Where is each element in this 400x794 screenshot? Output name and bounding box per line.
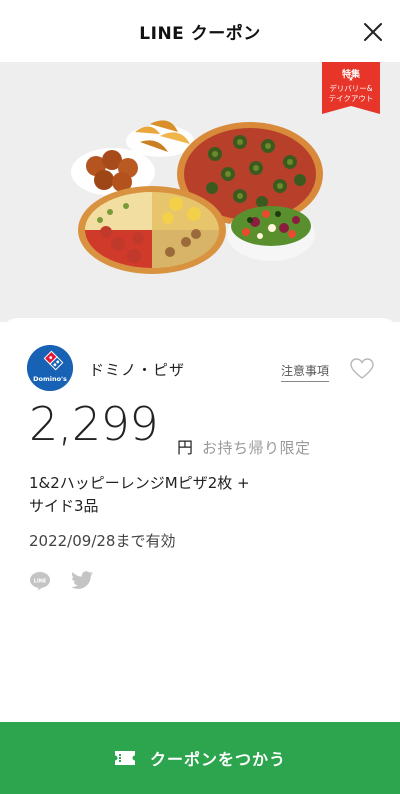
dominos-logo-icon: Domino's	[27, 345, 73, 391]
hero-image: 特集 ★ デリバリー& テイクアウト	[0, 62, 400, 322]
validity-date: 2022/09/28まで有効	[29, 532, 176, 550]
ribbon-line-takeout: テイクアウト	[328, 94, 374, 103]
header-bar: LINE クーポン	[0, 0, 400, 62]
ribbon-star-icon: ★	[348, 76, 354, 83]
use-coupon-label: クーポンをつかう	[149, 750, 286, 769]
close-button[interactable]	[361, 20, 385, 44]
line-icon-label: LINE	[34, 579, 47, 585]
coupon-description-line1: 1&2ハッピーレンジMピザ2枚 +	[29, 474, 250, 492]
use-coupon-button-content: クーポンをつかう	[0, 746, 400, 770]
close-icon	[364, 23, 382, 41]
share-twitter-button[interactable]	[70, 571, 94, 591]
share-line-button[interactable]: LINE	[29, 571, 51, 591]
brand-logo: Domino's	[27, 345, 73, 391]
logo-wordmark: Domino's	[33, 375, 67, 383]
favorite-button[interactable]	[350, 358, 374, 380]
price-currency: 円	[177, 438, 194, 457]
twitter-icon	[71, 571, 93, 589]
page-title: LINE クーポン	[139, 24, 261, 44]
use-coupon-button[interactable]: クーポンをつかう	[0, 722, 400, 794]
line-icon: LINE	[30, 572, 50, 591]
price-amount: 2,299	[29, 397, 159, 451]
notes-link[interactable]: 注意事項	[281, 362, 330, 382]
brand-name: ドミノ・ピザ	[89, 361, 186, 379]
ticket-icon	[114, 751, 135, 765]
coupon-description-line2: サイド3品	[29, 497, 99, 515]
feature-ribbon: 特集 ★ デリバリー& テイクアウト	[322, 62, 380, 114]
price-condition: お持ち帰り限定	[202, 439, 311, 457]
heart-icon	[350, 358, 374, 379]
